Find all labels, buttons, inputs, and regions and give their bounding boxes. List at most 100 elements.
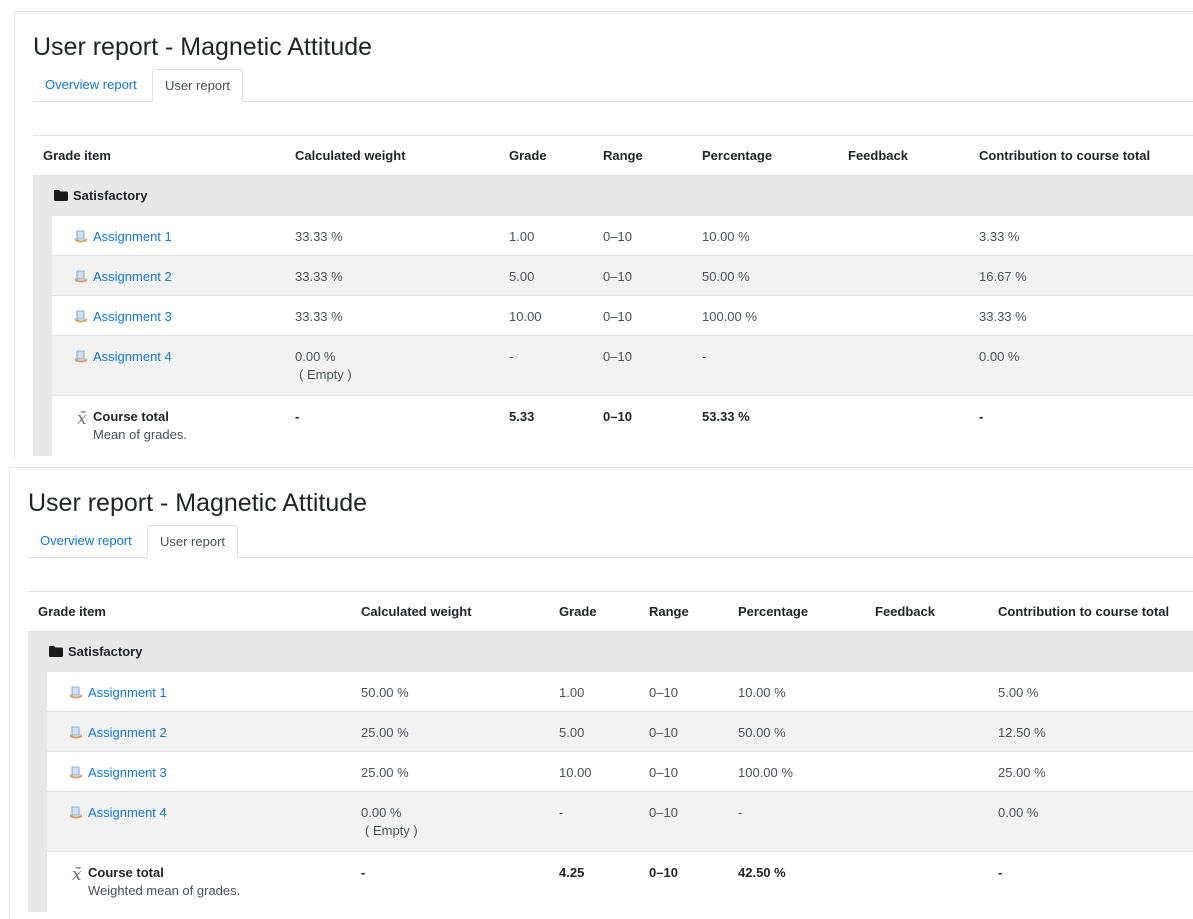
column-header-percentage: Percentage bbox=[702, 148, 773, 163]
column-header-grade-item: Grade item bbox=[38, 604, 106, 619]
course-total-row: x̄ Course total Weighted mean of grades.… bbox=[47, 852, 1193, 912]
contribution-value: - bbox=[998, 865, 1003, 880]
assignment-link[interactable]: Assignment 1 bbox=[88, 685, 167, 700]
range-value: 0–10 bbox=[603, 269, 632, 284]
percentage-value: - bbox=[702, 349, 707, 364]
assignment-icon bbox=[75, 230, 87, 243]
range-value: 0–10 bbox=[649, 805, 678, 820]
percentage-value: 50.00 % bbox=[738, 725, 786, 740]
percentage-value: 100.00 % bbox=[702, 309, 757, 324]
percentage-value: 42.50 % bbox=[738, 865, 786, 880]
user-report-panel-1: User report - Magnetic Attitude Overview… bbox=[14, 11, 1193, 457]
column-header-grade: Grade bbox=[509, 148, 547, 163]
range-value: 0–10 bbox=[603, 349, 632, 364]
calculated-weight: 33.33 % bbox=[295, 229, 343, 244]
assignment-icon bbox=[70, 726, 82, 739]
assignment-link[interactable]: Assignment 1 bbox=[93, 229, 172, 244]
course-total-label: Course total bbox=[88, 865, 164, 880]
mean-icon: x̄ bbox=[77, 409, 87, 429]
tab-overview-report[interactable]: Overview report bbox=[33, 69, 149, 101]
assignment-link[interactable]: Assignment 3 bbox=[93, 309, 172, 324]
assignment-icon bbox=[70, 766, 82, 779]
table-row: Assignment 3 25.00 % 10.00 0–10 100.00 %… bbox=[47, 752, 1193, 792]
range-value: 0–10 bbox=[649, 765, 678, 780]
grade-value: 5.00 bbox=[509, 269, 535, 284]
contribution-value: 0.00 % bbox=[979, 349, 1020, 364]
range-value: 0–10 bbox=[649, 865, 678, 880]
mean-icon: x̄ bbox=[72, 865, 82, 885]
grades-table: Grade item Calculated weight Grade Range… bbox=[28, 591, 1193, 912]
assignment-link[interactable]: Assignment 3 bbox=[88, 765, 167, 780]
page-title: User report - Magnetic Attitude bbox=[33, 33, 373, 61]
assignment-icon bbox=[70, 686, 82, 699]
course-total-note: Weighted mean of grades. bbox=[88, 883, 241, 898]
calculated-weight: 50.00 % bbox=[361, 685, 409, 700]
calculated-weight: 33.33 % bbox=[295, 269, 343, 284]
course-total-label: Course total bbox=[93, 409, 169, 424]
table-header: Grade item Calculated weight Grade Range… bbox=[28, 591, 1193, 632]
report-tabs: Overview report User report bbox=[28, 525, 1193, 558]
grade-value: 1.00 bbox=[559, 685, 585, 700]
column-header-range: Range bbox=[603, 148, 643, 163]
percentage-value: 10.00 % bbox=[702, 229, 750, 244]
course-total-row: x̄ Course total Mean of grades. - 5.33 0… bbox=[52, 396, 1193, 456]
table-header: Grade item Calculated weight Grade Range… bbox=[33, 135, 1193, 176]
table-row: Assignment 3 33.33 % 10.00 0–10 100.00 %… bbox=[52, 296, 1193, 336]
calculated-weight: 25.00 % bbox=[361, 725, 409, 740]
table-row: Assignment 1 33.33 % 1.00 0–10 10.00 % 3… bbox=[52, 216, 1193, 256]
calculated-weight: 33.33 % bbox=[295, 309, 343, 324]
tab-user-report[interactable]: User report bbox=[152, 69, 244, 102]
assignment-link[interactable]: Assignment 2 bbox=[88, 725, 167, 740]
column-header-range: Range bbox=[649, 604, 689, 619]
calculated-weight: - bbox=[295, 409, 300, 424]
contribution-value: 12.50 % bbox=[998, 725, 1046, 740]
table-row: Assignment 2 25.00 % 5.00 0–10 50.00 % 1… bbox=[47, 712, 1193, 752]
assignment-icon bbox=[75, 270, 87, 283]
range-value: 0–10 bbox=[649, 725, 678, 740]
grade-value: 4.25 bbox=[559, 865, 585, 880]
tab-overview-report[interactable]: Overview report bbox=[28, 525, 144, 557]
assignment-link[interactable]: Assignment 4 bbox=[93, 349, 172, 364]
folder-icon bbox=[54, 190, 68, 201]
category-label: Satisfactory bbox=[68, 644, 143, 659]
assignment-link[interactable]: Assignment 2 bbox=[93, 269, 172, 284]
table-row: Assignment 4 0.00 % ( Empty ) - 0–10 - 0… bbox=[47, 792, 1193, 852]
assignment-link[interactable]: Assignment 4 bbox=[88, 805, 167, 820]
range-value: 0–10 bbox=[603, 309, 632, 324]
grades-table: Grade item Calculated weight Grade Range… bbox=[33, 135, 1193, 456]
tab-user-report[interactable]: User report bbox=[147, 525, 239, 558]
column-header-feedback: Feedback bbox=[875, 604, 935, 619]
page-title: User report - Magnetic Attitude bbox=[28, 489, 368, 517]
grade-value: 5.33 bbox=[509, 409, 535, 424]
column-header-calculated-weight: Calculated weight bbox=[361, 604, 472, 619]
contribution-value: 16.67 % bbox=[979, 269, 1027, 284]
report-tabs: Overview report User report bbox=[33, 69, 1193, 102]
grade-value: - bbox=[509, 349, 514, 364]
range-value: 0–10 bbox=[603, 229, 632, 244]
percentage-value: 10.00 % bbox=[738, 685, 786, 700]
range-value: 0–10 bbox=[603, 409, 632, 424]
contribution-value: 33.33 % bbox=[979, 309, 1027, 324]
percentage-value: 53.33 % bbox=[702, 409, 750, 424]
grade-value: 1.00 bbox=[509, 229, 535, 244]
category-label: Satisfactory bbox=[73, 188, 148, 203]
contribution-value: 5.00 % bbox=[998, 685, 1039, 700]
percentage-value: - bbox=[738, 805, 743, 820]
assignment-icon bbox=[75, 350, 87, 363]
contribution-value: 3.33 % bbox=[979, 229, 1020, 244]
contribution-value: 0.00 % bbox=[998, 805, 1039, 820]
grade-value: 10.00 bbox=[559, 765, 592, 780]
grade-value: 5.00 bbox=[559, 725, 585, 740]
grade-value: - bbox=[559, 805, 564, 820]
column-header-contribution: Contribution to course total bbox=[998, 604, 1170, 619]
calculated-weight: 0.00 % bbox=[295, 349, 336, 364]
assignment-icon bbox=[75, 310, 87, 323]
contribution-value: - bbox=[979, 409, 984, 424]
assignment-icon bbox=[70, 806, 82, 819]
table-row: Assignment 2 33.33 % 5.00 0–10 50.00 % 1… bbox=[52, 256, 1193, 296]
grade-value: 10.00 bbox=[509, 309, 542, 324]
table-row: Assignment 4 0.00 % ( Empty ) - 0–10 - 0… bbox=[52, 336, 1193, 396]
folder-icon bbox=[49, 646, 63, 657]
weight-note: ( Empty ) bbox=[365, 823, 418, 838]
weight-note: ( Empty ) bbox=[299, 367, 352, 382]
